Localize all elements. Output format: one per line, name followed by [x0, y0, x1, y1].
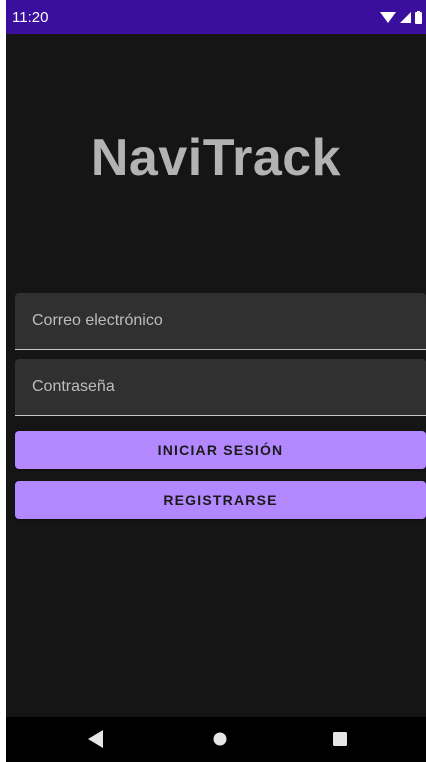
- navigation-bar: [6, 717, 426, 762]
- wifi-icon: [380, 11, 396, 23]
- password-field[interactable]: [15, 359, 426, 416]
- battery-icon: [415, 10, 422, 24]
- status-icons: [380, 10, 422, 24]
- back-icon[interactable]: [88, 730, 104, 748]
- register-button[interactable]: REGISTRARSE: [15, 481, 426, 519]
- app-title: NaviTrack: [90, 129, 342, 187]
- signal-icon: [400, 11, 411, 23]
- email-field[interactable]: [15, 293, 426, 350]
- status-bar: 11:20: [6, 0, 426, 34]
- home-icon[interactable]: [213, 732, 227, 746]
- recents-icon[interactable]: [333, 732, 347, 746]
- phone-screen: 11:20 NaviTrack INICIAR SESIÓN REGISTRAR…: [6, 0, 426, 762]
- password-input[interactable]: [15, 359, 426, 415]
- login-button[interactable]: INICIAR SESIÓN: [15, 431, 426, 469]
- status-time: 11:20: [12, 8, 49, 26]
- email-input[interactable]: [15, 293, 426, 349]
